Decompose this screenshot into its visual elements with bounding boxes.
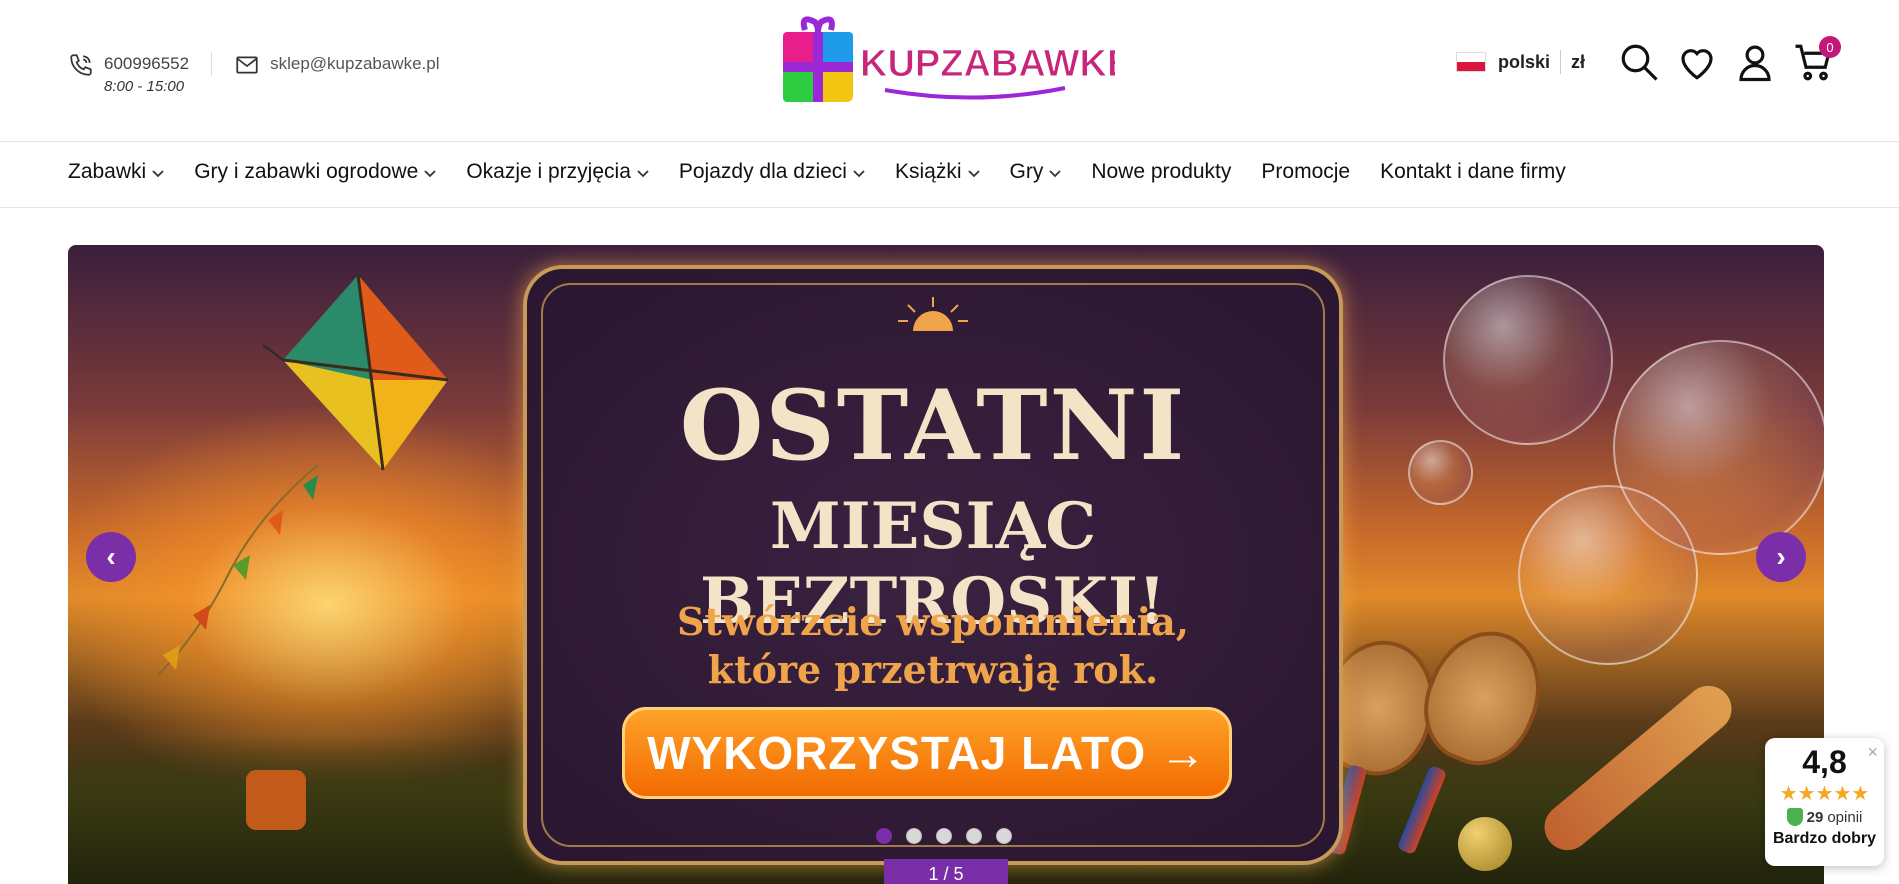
review-count-label: opinii [1827, 808, 1863, 826]
slider-prev-button[interactable]: ‹ [86, 532, 136, 582]
chevron-down-icon [967, 165, 980, 181]
nav-item-label: Nowe produkty [1091, 160, 1232, 183]
opening-hours: 8:00 - 15:00 [104, 78, 185, 95]
rating-widget[interactable]: × 4,8 ★★★★★ 29 opinii Bardzo dobry [1765, 738, 1884, 866]
chevron-left-icon: ‹ [106, 541, 116, 572]
search-button[interactable] [1617, 40, 1661, 84]
nav-item-promocje[interactable]: Promocje [1261, 160, 1350, 184]
nav-item-gry[interactable]: Gry [1010, 160, 1062, 184]
slider-dot[interactable] [906, 828, 922, 844]
divider [211, 52, 213, 76]
ball-illustration [1458, 817, 1512, 871]
slider-dot[interactable] [936, 828, 952, 844]
phone-icon [68, 52, 94, 78]
chevron-down-icon [152, 165, 164, 181]
header-tools: polski zł 0 [1455, 36, 1841, 84]
banner-title-line1: OSTATNI [679, 369, 1187, 482]
heart-icon [1681, 49, 1713, 80]
bubble [1408, 440, 1473, 505]
phone-contact[interactable]: 600996552 8:00 - 15:00 [68, 52, 189, 98]
mail-icon [234, 52, 260, 78]
nav-item-nowe-produkty[interactable]: Nowe produkty [1091, 160, 1231, 184]
chevron-down-icon [1049, 165, 1061, 181]
phone-number[interactable]: 600996552 [104, 52, 189, 76]
nav-item-zabawki[interactable]: Zabawki [68, 160, 164, 184]
nav-item-label: Gry i zabawki ogrodowe [194, 160, 419, 183]
banner-subtitle-line2: które przetrwają rok. [707, 647, 1159, 692]
contact-info: 600996552 8:00 - 15:00 sklep@kupzabawke.… [68, 52, 440, 98]
kite-tail [157, 464, 319, 676]
bubble [1443, 275, 1613, 445]
slider-dot[interactable] [996, 828, 1012, 844]
nav-item-książki[interactable]: Książki [895, 160, 980, 184]
cart-button[interactable]: 0 [1791, 36, 1841, 84]
rating-verdict: Bardzo dobry [1772, 830, 1877, 847]
user-icon [1739, 45, 1771, 82]
nav-item-label: Zabawki [68, 160, 147, 183]
chevron-down-icon [853, 165, 865, 181]
slide-counter: 1 / 5 [884, 859, 1008, 884]
site-logo[interactable]: KUPZABAWKE.PL [775, 10, 1192, 115]
logo-text: KUPZABAWKE.PL [860, 43, 1115, 85]
polish-flag-icon[interactable] [1455, 52, 1486, 72]
promo-panel: OSTATNI MIESIĄC BEZTROSKI! Stwórzcie wsp… [523, 265, 1343, 865]
slider-dot[interactable] [876, 828, 892, 844]
nav-item-label: Okazje i przyjęcia [466, 160, 631, 183]
cta-button[interactable]: WYKORZYSTAJ LATO → [622, 707, 1232, 799]
nav-item-gry-i-zabawki-ogrodowe[interactable]: Gry i zabawki ogrodowe [194, 160, 436, 184]
shield-icon [1786, 808, 1803, 826]
bubble [1518, 485, 1698, 665]
slider-next-button[interactable]: › [1756, 532, 1806, 582]
rating-stars: ★★★★★ [1779, 783, 1870, 805]
review-count: 29 opinii [1765, 808, 1884, 826]
nav-item-label: Kontakt i dane firmy [1380, 160, 1566, 183]
nav-item-label: Książki [894, 160, 962, 183]
sprinkler-illustration [246, 770, 306, 830]
sun-icon [898, 297, 968, 331]
nav-item-label: Promocje [1261, 160, 1351, 183]
chevron-right-icon: › [1776, 541, 1786, 572]
main-navigation: Zabawki Gry i zabawki ogrodowe Okazje i pr… [0, 142, 1899, 208]
close-icon[interactable]: × [1867, 742, 1878, 763]
wishlist-button[interactable] [1675, 40, 1719, 84]
chevron-down-icon [637, 165, 649, 181]
nav-item-pojazdy-dla-dzieci[interactable]: Pojazdy dla dzieci [679, 160, 865, 184]
slider-dots [876, 828, 1012, 844]
rating-score: 4,8 [1802, 744, 1847, 780]
divider [1559, 50, 1561, 74]
chevron-down-icon [424, 165, 436, 181]
nav-item-okazje-i-przyjęcia[interactable]: Okazje i przyjęcia [466, 160, 649, 184]
nav-item-kontakt-i-dane-firmy[interactable]: Kontakt i dane firmy [1380, 160, 1566, 184]
header: 600996552 8:00 - 15:00 sklep@kupzabawke.… [0, 0, 1899, 142]
review-count-number: 29 [1806, 808, 1824, 826]
banner-subtitle-line1: Stwórzcie wspomnienia, [676, 599, 1190, 644]
slider-dot[interactable] [966, 828, 982, 844]
nav-item-label: Gry [1009, 160, 1044, 183]
currency-selector[interactable]: zł [1571, 52, 1585, 73]
nav-item-label: Pojazdy dla dzieci [678, 160, 847, 183]
account-button[interactable] [1733, 40, 1777, 84]
cart-count-badge: 0 [1819, 36, 1841, 58]
language-selector[interactable]: polski [1498, 52, 1550, 73]
hero-slider[interactable]: OSTATNI MIESIĄC BEZTROSKI! Stwórzcie wsp… [68, 245, 1824, 884]
email-contact[interactable]: sklep@kupzabawke.pl [234, 52, 440, 78]
search-icon [1621, 44, 1658, 81]
email-address[interactable]: sklep@kupzabawke.pl [270, 52, 439, 76]
